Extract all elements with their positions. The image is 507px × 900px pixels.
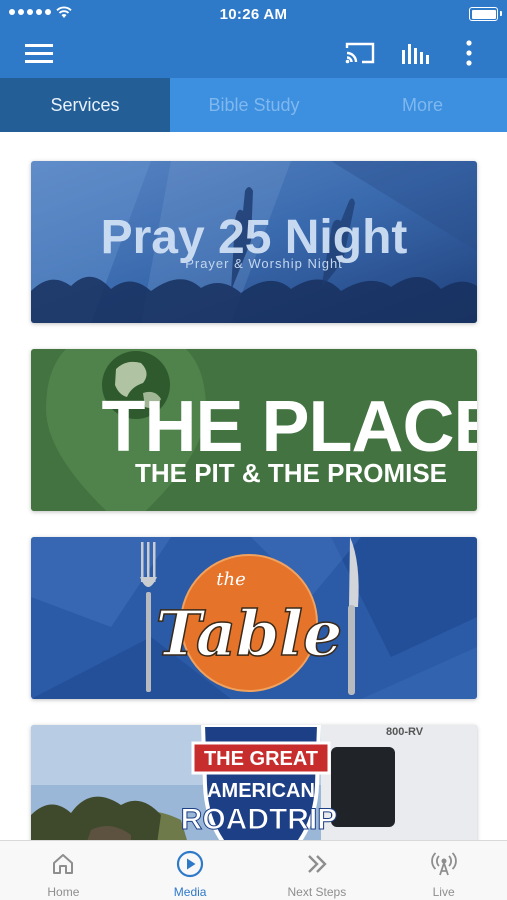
route-shield: THE GREAT AMERICAN ROADTRIP (180, 725, 338, 840)
app-bar (0, 28, 507, 78)
tab-bible-study[interactable]: Bible Study (170, 78, 338, 132)
status-time: 10:26 AM (219, 6, 288, 23)
app-screen: 10:26 AM Services Bible Study More Pray … (0, 0, 507, 900)
tab-services[interactable]: Services (0, 78, 170, 132)
hamburger-menu-icon[interactable] (22, 36, 56, 70)
card-4-sign: 800-RV (386, 726, 424, 738)
media-list: Pray 25 Night Prayer & Worship Night THE… (0, 132, 507, 840)
nav-next-steps[interactable]: Next Steps (254, 841, 381, 900)
nav-home[interactable]: Home (0, 841, 127, 900)
category-tabs: Services Bible Study More (0, 78, 507, 132)
tab-more[interactable]: More (338, 78, 507, 132)
nav-home-label: Home (47, 885, 80, 899)
more-vertical-icon[interactable] (452, 36, 486, 70)
battery-icon (469, 7, 502, 21)
media-card-the-place[interactable]: THE PLACE THE PIT & THE PROMISE (31, 349, 477, 511)
card-2-subtitle: THE PIT & THE PROMISE (135, 458, 447, 488)
nav-live[interactable]: Live (380, 841, 507, 900)
double-chevron-right-icon (302, 849, 332, 879)
nav-media[interactable]: Media (127, 841, 254, 900)
card-2-title: THE PLACE (101, 387, 477, 467)
card-4-subtitle-1: THE GREAT (204, 748, 318, 770)
card-3-title: Table (156, 597, 343, 670)
card-1-subtitle: Prayer & Worship Night (185, 256, 343, 271)
media-card-pray-25-night[interactable]: Pray 25 Night Prayer & Worship Night (31, 161, 477, 323)
cast-icon[interactable] (343, 36, 377, 70)
nav-media-label: Media (173, 885, 207, 899)
bottom-nav: Home Media Next Steps Live (0, 840, 507, 900)
card-4-title: ROADTRIP (181, 803, 338, 836)
broadcast-icon (429, 849, 459, 879)
card-3-subtitle: the (216, 569, 245, 590)
nav-next-steps-label: Next Steps (287, 885, 347, 899)
card-4-subtitle-2: AMERICAN (207, 780, 315, 802)
nav-live-label: Live (432, 885, 455, 899)
play-circle-icon (175, 849, 205, 879)
status-bar: 10:26 AM (0, 0, 507, 28)
media-card-the-table[interactable]: the Table (31, 537, 477, 699)
audio-bars-icon[interactable] (398, 36, 432, 70)
media-card-great-american-roadtrip[interactable]: 800-RV THE GREAT AMERICAN ROADTRIP (31, 725, 477, 840)
home-icon (48, 849, 78, 879)
